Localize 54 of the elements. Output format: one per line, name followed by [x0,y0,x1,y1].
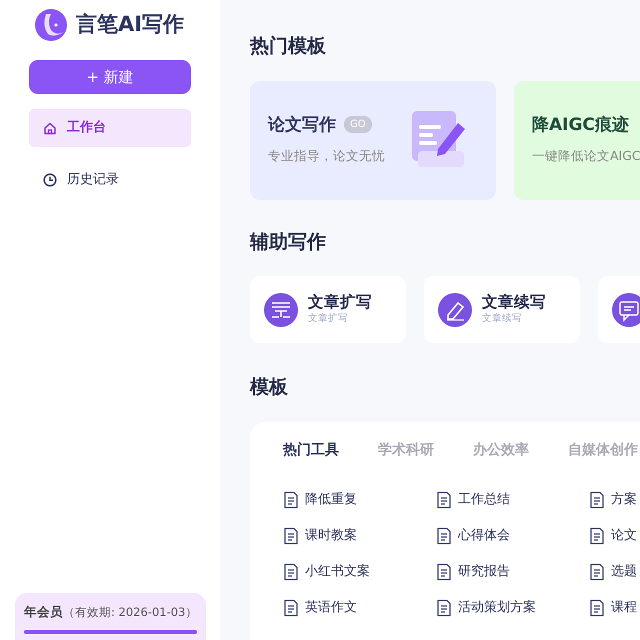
template-item[interactable]: 降低重复 [283,488,436,510]
card-subtitle: 专业指导，论文无忧 [268,147,386,165]
template-item[interactable]: 选题 [589,560,640,582]
template-item[interactable]: 工作总结 [436,488,589,510]
document-icon [589,526,605,544]
card-title: 论文写作 [268,114,336,134]
template-item[interactable]: 小红书文案 [283,560,436,582]
document-icon [436,490,452,508]
section-title: 热门模板 [250,34,327,59]
section-title: 辅助写作 [250,230,327,254]
document-icon [436,526,452,544]
card-title: 文章扩写 [308,293,372,312]
go-badge: GO [344,116,372,134]
sidebar-item[interactable]: 历史记录 [29,161,191,199]
card-subtitle: 文章续写 [482,312,523,326]
document-pen-icon [410,108,468,168]
logo-icon [34,8,68,42]
template-item[interactable]: 课程 [589,596,640,618]
document-icon [283,562,299,580]
template-item[interactable]: 活动策划方案 [436,596,589,618]
template-item[interactable]: 课时教案 [283,524,436,546]
tool-card[interactable]: 文章续写 文章续写 [424,276,580,343]
logo-text: 言笔AI写作 [76,11,184,38]
template-item[interactable]: 论文 [589,524,640,546]
membership-validity: （有效期: 2026-01-03） [63,605,198,620]
card-subtitle: 文章扩写 [308,312,349,326]
category-tab[interactable]: 热门工具 [283,440,378,460]
membership-title: 年会员 [24,604,63,620]
document-icon [589,598,605,616]
document-icon [436,598,452,616]
template-item[interactable]: 心得体会 [436,524,589,546]
chat-icon [612,292,640,326]
lines-icon [264,292,298,326]
document-icon [436,562,452,580]
template-card[interactable]: 论文写作 GO 专业指导，论文无忧 [250,80,496,200]
pencil-icon [438,292,472,326]
document-icon [283,490,299,508]
tool-card[interactable]: 文章扩写 文章扩写 [250,276,406,343]
card-subtitle: 一键降低论文AIGC [532,147,640,165]
document-icon [283,598,299,616]
new-button[interactable]: + 新建 [29,60,191,94]
home-icon [43,121,57,135]
template-item[interactable]: 英语作文 [283,596,436,618]
template-item[interactable]: 方案 [589,488,640,510]
section-title: 模板 [250,375,289,400]
card-title: 降AIGC痕迹 [532,114,629,134]
template-item[interactable]: 研究报告 [436,560,589,582]
document-icon [283,526,299,544]
template-card[interactable]: 降AIGC痕迹 一键降低论文AIGC [514,80,640,200]
document-icon [589,562,605,580]
clock-icon [43,173,57,187]
sidebar-item[interactable]: 工作台 [29,109,191,147]
card-title: 文章续写 [482,293,546,312]
document-icon [589,490,605,508]
